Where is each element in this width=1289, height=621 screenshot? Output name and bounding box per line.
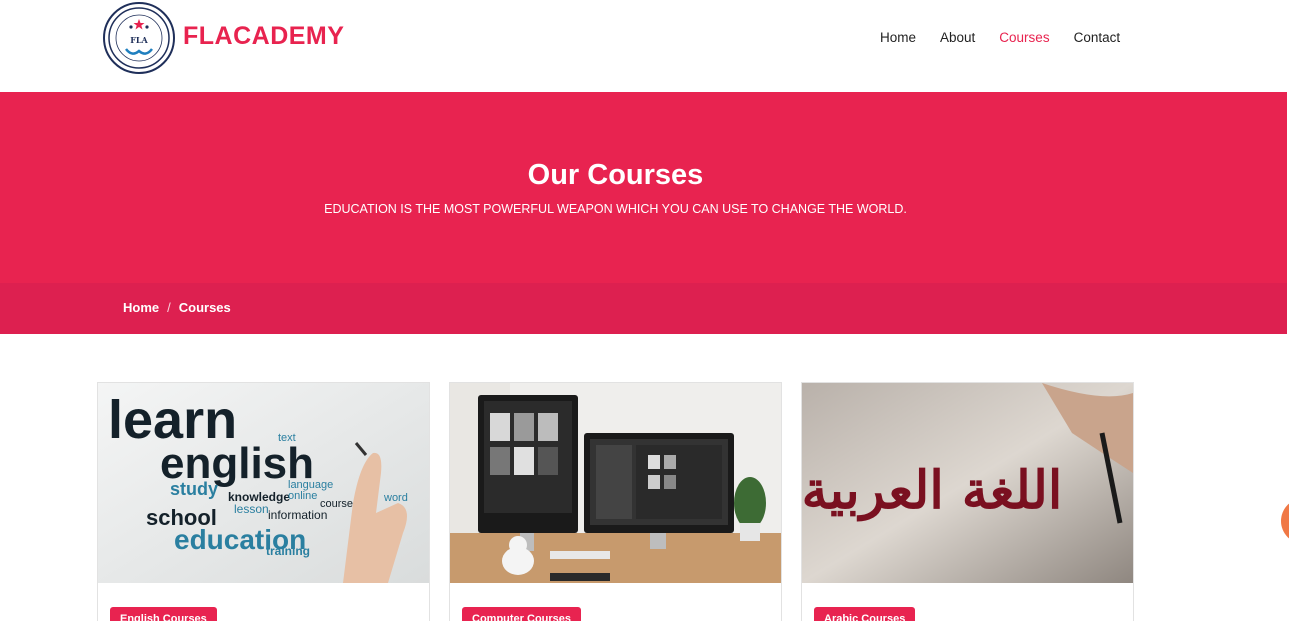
word-online: online <box>288 490 317 502</box>
logo[interactable]: FLA <box>103 2 175 74</box>
course-tag-computer[interactable]: Computer Courses <box>462 607 582 621</box>
arabic-calligraphy: اللغة العربية <box>802 460 1062 522</box>
breadcrumb-separator: / <box>167 300 171 315</box>
hero-banner: Our Courses EDUCATION IS THE MOST POWERF… <box>0 92 1287 283</box>
site-header: FLA FLACADEMY Home About Courses Contact <box>0 0 1289 92</box>
page-title: Our Courses <box>527 159 704 191</box>
computer-course-image[interactable] <box>450 383 781 583</box>
nav-home[interactable]: Home <box>880 30 916 45</box>
word-text: text <box>278 432 296 444</box>
nav-contact[interactable]: Contact <box>1074 30 1121 45</box>
hero-subtitle: EDUCATION IS THE MOST POWERFUL WEAPON WH… <box>324 202 907 216</box>
word-word: word <box>383 492 408 504</box>
word-information: information <box>268 508 327 522</box>
breadcrumb-current: Courses <box>178 300 231 315</box>
word-study: study <box>170 479 218 499</box>
english-course-image[interactable]: learn english study school education lan… <box>98 383 429 583</box>
arabic-course-image[interactable]: اللغة العربية <box>802 383 1133 583</box>
word-course: course <box>320 498 353 510</box>
brand-name[interactable]: FLACADEMY <box>183 22 344 51</box>
breadcrumb-home[interactable]: Home <box>123 300 159 315</box>
word-training: training <box>266 544 310 558</box>
breadcrumb-bar: Home / Courses <box>0 283 1287 334</box>
chat-widget-button[interactable] <box>1281 498 1289 544</box>
logo-monogram: FLA <box>130 35 148 45</box>
nav-courses[interactable]: Courses <box>999 30 1049 45</box>
course-card-computer[interactable]: Computer Courses <box>449 382 782 621</box>
course-card-english[interactable]: learn english study school education lan… <box>97 382 430 621</box>
word-lesson: lesson <box>234 502 269 516</box>
nav-about[interactable]: About <box>940 30 975 45</box>
course-tag-arabic[interactable]: Arabic Courses <box>814 607 916 621</box>
academy-seal-icon: FLA <box>108 7 170 69</box>
course-tag-english[interactable]: English Courses <box>110 607 217 621</box>
course-card-arabic[interactable]: اللغة العربية Arabic Courses <box>801 382 1134 621</box>
breadcrumb: Home / Courses <box>123 300 231 315</box>
main-nav: Home About Courses Contact <box>880 30 1144 45</box>
